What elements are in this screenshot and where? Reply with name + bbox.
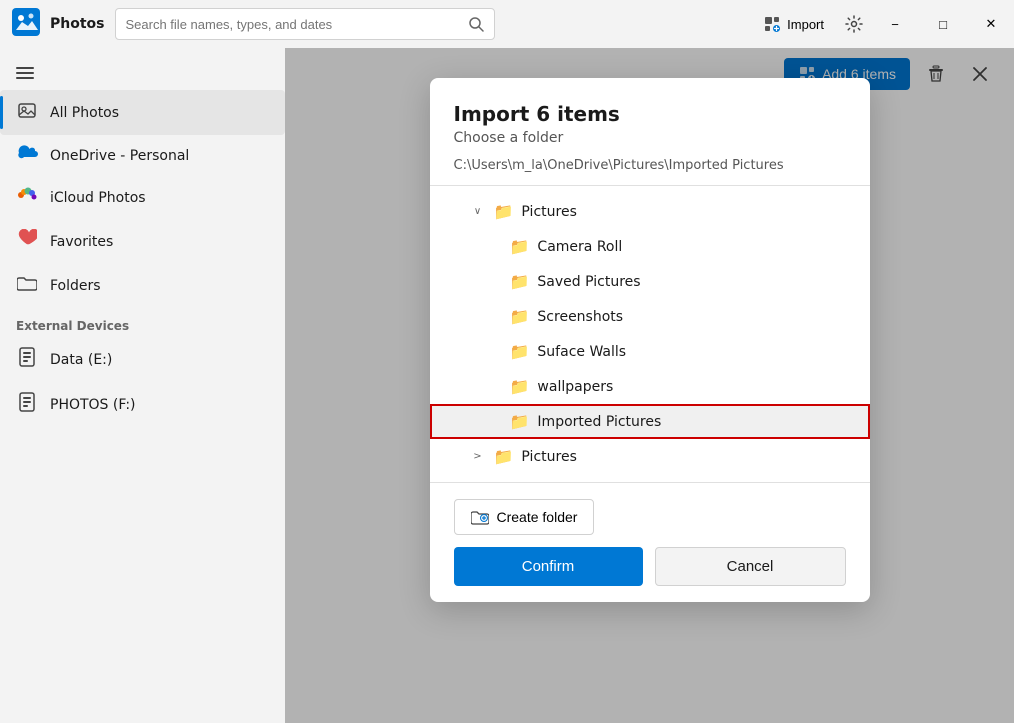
- main-content: Add 6 items: [285, 48, 1014, 723]
- chevron-right-icon: >: [470, 449, 486, 465]
- folder-icon-suface: 📁: [510, 342, 530, 361]
- settings-icon: [845, 15, 863, 33]
- folder-item-imported-pictures[interactable]: 📁 Imported Pictures: [430, 404, 870, 439]
- cancel-button[interactable]: Cancel: [655, 547, 846, 586]
- folder-label-pictures: Pictures: [521, 204, 576, 220]
- all-photos-label: All Photos: [50, 105, 119, 121]
- hamburger-icon: [16, 64, 34, 82]
- folder-icon-imported: 📁: [510, 412, 530, 431]
- onedrive-label: OneDrive - Personal: [50, 148, 189, 164]
- sidebar-item-photos-f[interactable]: PHOTOS (F:): [0, 382, 285, 427]
- sidebar-item-folders[interactable]: Folders: [0, 264, 285, 307]
- search-bar[interactable]: [115, 8, 495, 40]
- favorites-icon: [16, 229, 38, 254]
- spacer-icon: [486, 239, 502, 255]
- app-title: Photos: [50, 16, 105, 32]
- data-e-label: Data (E:): [50, 352, 112, 368]
- folder-icon-screenshots: 📁: [510, 307, 530, 326]
- folder-icon-saved: 📁: [510, 272, 530, 291]
- folder-icon-camera-roll: 📁: [510, 237, 530, 256]
- spacer-icon-6: [486, 414, 502, 430]
- search-input[interactable]: [126, 17, 460, 32]
- folder-label-suface: Suface Walls: [537, 344, 626, 360]
- icloud-label: iCloud Photos: [50, 190, 146, 206]
- drive-icon-e: [16, 347, 38, 372]
- folders-label: Folders: [50, 278, 101, 294]
- hamburger-menu[interactable]: [0, 56, 285, 90]
- search-icon: [468, 16, 484, 32]
- import-label: Import: [787, 17, 824, 32]
- icloud-icon: [16, 186, 38, 209]
- onedrive-icon: [16, 145, 38, 166]
- create-folder-icon: [471, 508, 489, 526]
- folder-label-pictures2: Pictures: [521, 449, 576, 465]
- folder-icon-pictures2: 📁: [494, 447, 514, 466]
- modal-header: Import 6 items Choose a folder: [430, 78, 870, 158]
- all-photos-icon: [16, 100, 38, 125]
- folder-label-camera-roll: Camera Roll: [537, 239, 622, 255]
- sidebar-item-all-photos[interactable]: All Photos: [0, 90, 285, 135]
- modal-action-buttons: Confirm Cancel: [454, 547, 846, 586]
- app-body: All Photos OneDrive - Personal iClou: [0, 48, 1014, 723]
- spacer-icon-4: [486, 344, 502, 360]
- sidebar-item-data-e[interactable]: Data (E:): [0, 337, 285, 382]
- titlebar-right: Import − □ ✕: [751, 6, 1014, 42]
- app-logo: [12, 8, 40, 40]
- folder-item-screenshots[interactable]: 📁 Screenshots: [430, 299, 870, 334]
- folder-label-saved: Saved Pictures: [537, 274, 640, 290]
- sidebar-item-onedrive[interactable]: OneDrive - Personal: [0, 135, 285, 176]
- drive-icon-f: [16, 392, 38, 417]
- folder-item-pictures[interactable]: ∨ 📁 Pictures: [430, 194, 870, 229]
- folder-item-pictures2[interactable]: > 📁 Pictures: [430, 439, 870, 474]
- external-devices-title: External Devices: [0, 307, 285, 337]
- settings-button[interactable]: [838, 8, 870, 40]
- folder-item-saved-pictures[interactable]: 📁 Saved Pictures: [430, 264, 870, 299]
- titlebar-left: Photos: [12, 8, 495, 40]
- titlebar: Photos Import − □: [0, 0, 1014, 48]
- maximize-button[interactable]: □: [920, 6, 966, 42]
- folder-icon-pictures: 📁: [494, 202, 514, 221]
- modal-folder-list: ∨ 📁 Pictures 📁 Camera Roll 📁 Saved Pictu…: [430, 186, 870, 482]
- folder-item-suface-walls[interactable]: 📁 Suface Walls: [430, 334, 870, 369]
- modal-title: Import 6 items: [454, 102, 846, 126]
- modal-footer: Create folder Confirm Cancel: [430, 482, 870, 602]
- import-button[interactable]: Import: [751, 11, 836, 37]
- folder-label-screenshots: Screenshots: [537, 309, 623, 325]
- modal-path: C:\Users\m_la\OneDrive\Pictures\Imported…: [430, 158, 870, 186]
- folder-icon-wallpapers: 📁: [510, 377, 530, 396]
- confirm-button[interactable]: Confirm: [454, 547, 643, 586]
- sidebar: All Photos OneDrive - Personal iClou: [0, 48, 285, 723]
- folder-label-imported: Imported Pictures: [537, 414, 661, 430]
- favorites-label: Favorites: [50, 234, 113, 250]
- create-folder-button[interactable]: Create folder: [454, 499, 595, 535]
- import-modal: Import 6 items Choose a folder C:\Users\…: [430, 78, 870, 602]
- spacer-icon-3: [486, 309, 502, 325]
- minimize-button[interactable]: −: [872, 6, 918, 42]
- import-icon: [763, 15, 781, 33]
- spacer-icon-5: [486, 379, 502, 395]
- photos-f-label: PHOTOS (F:): [50, 397, 136, 413]
- modal-subtitle: Choose a folder: [454, 130, 846, 146]
- close-button[interactable]: ✕: [968, 6, 1014, 42]
- modal-overlay: Import 6 items Choose a folder C:\Users\…: [285, 48, 1014, 723]
- sidebar-item-icloud[interactable]: iCloud Photos: [0, 176, 285, 219]
- create-folder-label: Create folder: [497, 509, 578, 525]
- spacer-icon-2: [486, 274, 502, 290]
- sidebar-item-favorites[interactable]: Favorites: [0, 219, 285, 264]
- folder-item-camera-roll[interactable]: 📁 Camera Roll: [430, 229, 870, 264]
- folder-item-wallpapers[interactable]: 📁 wallpapers: [430, 369, 870, 404]
- chevron-down-icon: ∨: [470, 204, 486, 220]
- folder-label-wallpapers: wallpapers: [537, 379, 613, 395]
- folders-icon: [16, 274, 38, 297]
